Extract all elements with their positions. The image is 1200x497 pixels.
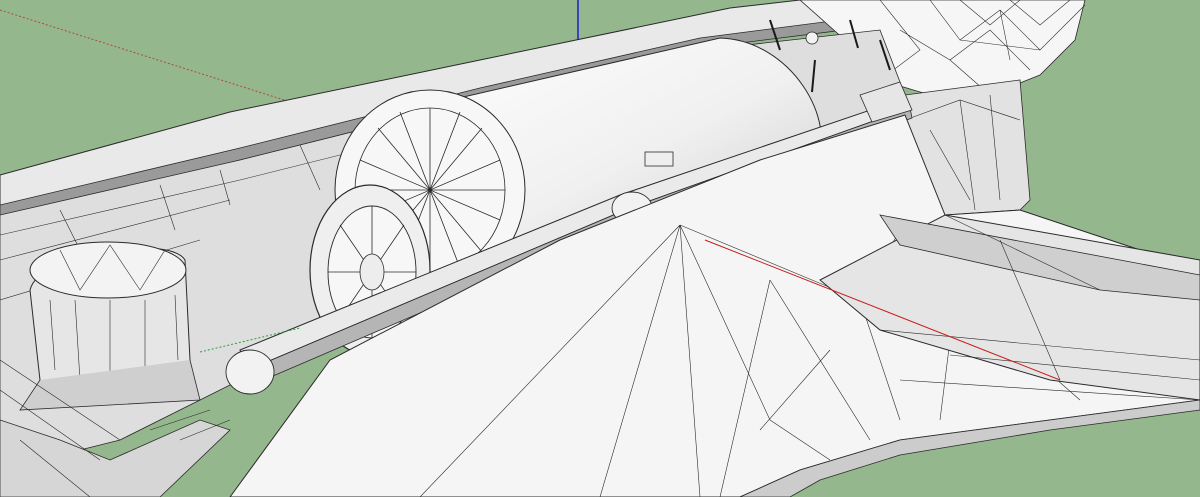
cylinder-handle — [644, 151, 674, 167]
model-canvas[interactable] — [0, 0, 1200, 497]
3d-viewport[interactable] — [0, 0, 1200, 497]
docking-adapter — [19, 241, 201, 411]
latch-ball — [805, 31, 819, 45]
